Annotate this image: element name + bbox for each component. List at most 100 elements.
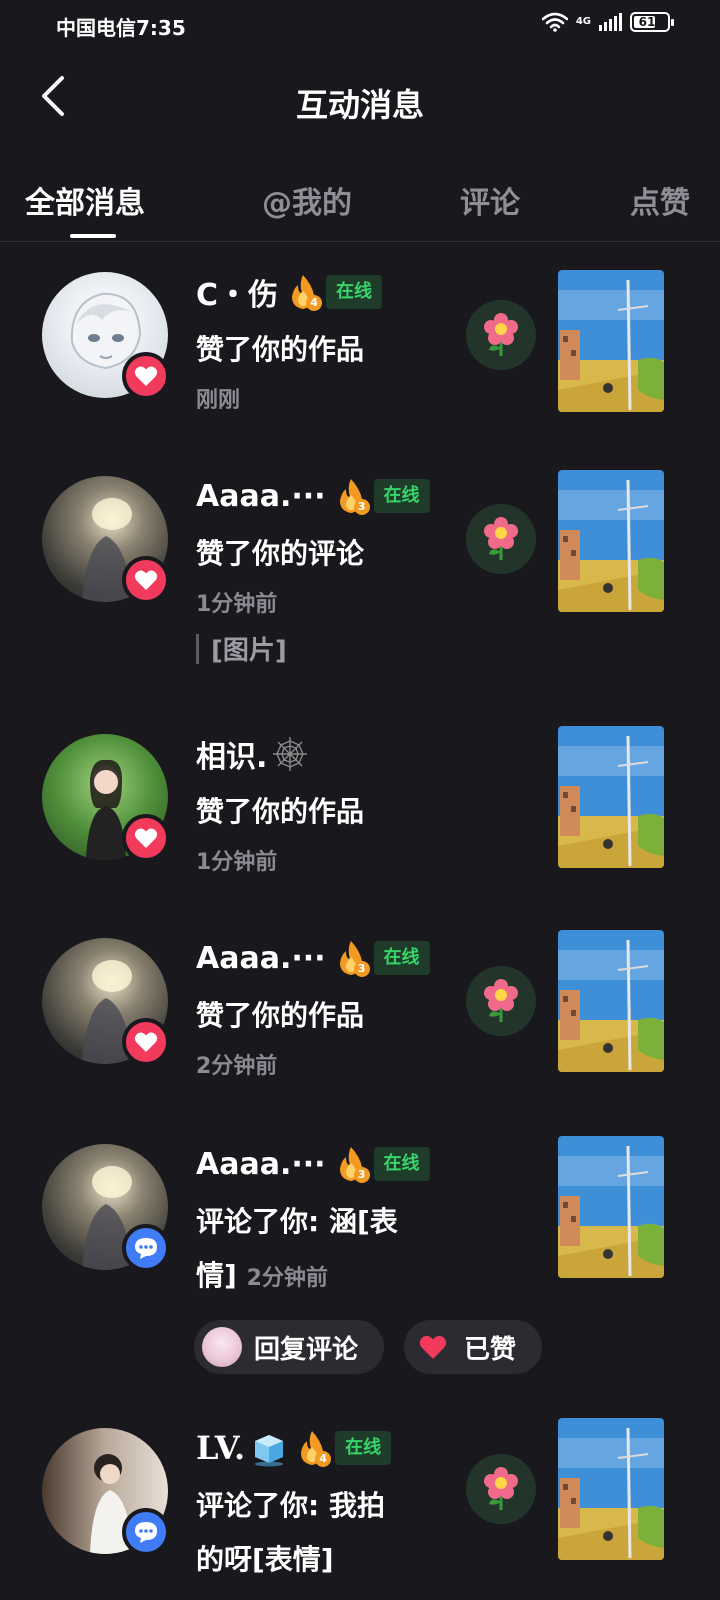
liked-label: 已赞 (464, 1334, 517, 1365)
carrier-time: 中国电信7:35 (56, 16, 186, 40)
notification-content: Aaaa.··· 3 在线 评论了你: 涵[表 情] 2分钟前 (196, 1144, 466, 1299)
cobweb-icon (273, 737, 308, 771)
comment-text-line2: 的呀[表情] (196, 1543, 334, 1576)
page-title: 互动消息 (295, 86, 424, 124)
active-tab-indicator (70, 234, 116, 238)
wifi-icon (541, 12, 568, 32)
fire-level: 3 (353, 961, 370, 977)
timestamp: 2分钟前 (246, 1266, 328, 1291)
like-badge (122, 352, 170, 400)
post-thumbnail[interactable] (558, 270, 664, 412)
avatar[interactable] (42, 1428, 170, 1556)
comment-icon (135, 1238, 157, 1259)
network-type: 4G (575, 16, 591, 27)
tab-comments[interactable]: 评论 (460, 178, 520, 222)
fire-icon: 3 (334, 939, 370, 977)
username[interactable]: 相识. (196, 732, 267, 776)
status-icons: 4G 61 (541, 12, 674, 32)
reply-comment-label: 回复评论 (254, 1334, 359, 1365)
ice-cube-icon (255, 1435, 284, 1467)
notification-content: C・伤 4 在线 赞了你的作品 刚刚 (196, 272, 466, 414)
avatar[interactable] (42, 272, 170, 400)
timestamp: 1分钟前 (196, 850, 278, 875)
online-status: 在线 (326, 275, 383, 309)
comment-text-line1: 评论了你: 我拍 (196, 1489, 385, 1522)
fire-icon: 3 (334, 1145, 370, 1183)
fire-level: 3 (353, 1167, 370, 1183)
notification-content: Aaaa.··· 3 在线 赞了你的作品 2分钟前 (196, 938, 466, 1080)
quote-text: [图片] (211, 636, 287, 666)
send-flower-button[interactable] (466, 300, 536, 370)
avatar[interactable] (42, 1144, 170, 1272)
username[interactable]: Aaaa.··· (196, 941, 326, 976)
like-badge (122, 1018, 170, 1066)
reply-comment-button[interactable]: 回复评论 (194, 1320, 384, 1374)
notification-content: LV. 4 在线 评论了你: 我拍 的呀[表情] (196, 1428, 466, 1580)
flower-icon (484, 1467, 518, 1510)
comment-badge (122, 1508, 170, 1556)
tab-mentions[interactable]: @我的 (262, 178, 352, 222)
status-bar: 中国电信7:35 4G 61 (0, 0, 720, 52)
list-item[interactable]: Aaaa.··· 3 在线 评论了你: 涵[表 情] 2分钟前 回复评论 已赞 (0, 1136, 720, 1404)
timestamp: 2分钟前 (196, 1054, 278, 1079)
list-item[interactable]: Aaaa.··· 3 在线 赞了你的评论 1分钟前 [图片] (0, 470, 720, 686)
comment-text-continued: 情] (196, 1259, 237, 1292)
post-thumbnail[interactable] (558, 1418, 664, 1560)
comment-text-line1: 评论了你: 涵[表 (196, 1205, 398, 1238)
header: 互动消息 (0, 60, 720, 140)
online-status: 在线 (373, 1147, 430, 1181)
list-item[interactable]: C・伤 4 在线 赞了你的作品 刚刚 (0, 270, 720, 452)
tab-all-messages[interactable]: 全部消息 (25, 178, 145, 222)
replier-avatar (202, 1327, 242, 1367)
send-flower-button[interactable] (466, 504, 536, 574)
fire-level: 3 (353, 499, 370, 515)
avatar[interactable] (42, 734, 170, 862)
post-thumbnail[interactable] (558, 470, 664, 612)
list-item[interactable]: LV. 4 在线 评论了你: 我拍 的呀[表情] (0, 1418, 720, 1600)
post-thumbnail[interactable] (558, 1136, 664, 1278)
send-flower-button[interactable] (466, 1454, 536, 1524)
avatar[interactable] (42, 476, 170, 604)
post-thumbnail[interactable] (558, 726, 664, 868)
username[interactable]: Aaaa.··· (196, 1147, 326, 1182)
comment-icon (135, 1522, 157, 1543)
fire-level: 4 (306, 295, 323, 311)
heart-icon (419, 1335, 447, 1359)
timestamp: 1分钟前 (196, 592, 278, 617)
online-status: 在线 (335, 1431, 392, 1465)
heart-icon (134, 828, 158, 848)
action-text: 赞了你的作品 (196, 999, 365, 1032)
list-item[interactable]: 相识. 赞了你的作品 1分钟前 (0, 726, 720, 894)
quote-bar (196, 633, 199, 664)
fire-level: 4 (315, 1451, 332, 1467)
fire-icon: 3 (334, 477, 370, 515)
comment-text-line2: 情] 2分钟前 (196, 1256, 466, 1299)
online-status: 在线 (373, 941, 430, 975)
heart-icon (134, 366, 158, 386)
username[interactable]: LV. (196, 1429, 245, 1467)
fire-icon: 4 (286, 273, 323, 311)
flower-icon (484, 979, 518, 1022)
flower-icon (484, 313, 518, 356)
heart-icon (134, 570, 158, 590)
interaction-messages-screen: 中国电信7:35 4G 61 互动消息 全部消息 @我的 评论 点赞 C・伤 4… (0, 0, 720, 1600)
send-flower-button[interactable] (466, 966, 536, 1036)
flower-icon (484, 517, 518, 560)
username[interactable]: Aaaa.··· (196, 479, 326, 514)
avatar[interactable] (42, 938, 170, 1066)
notification-content: Aaaa.··· 3 在线 赞了你的评论 1分钟前 [图片] (196, 476, 466, 667)
tab-likes[interactable]: 点赞 (630, 178, 690, 222)
action-text: 赞了你的评论 (196, 537, 365, 570)
post-thumbnail[interactable] (558, 930, 664, 1072)
liked-button[interactable]: 已赞 (404, 1320, 542, 1374)
signal-icon (599, 13, 622, 31)
battery-icon: 61 (630, 12, 674, 32)
heart-icon (134, 1032, 158, 1052)
tab-bar: 全部消息 @我的 评论 点赞 (0, 170, 720, 242)
online-status: 在线 (373, 479, 430, 513)
list-item[interactable]: Aaaa.··· 3 在线 赞了你的作品 2分钟前 (0, 930, 720, 1098)
action-text: 赞了你的作品 (196, 333, 365, 366)
notification-content: 相识. 赞了你的作品 1分钟前 (196, 734, 466, 876)
battery-level: 61 (638, 15, 656, 29)
username[interactable]: C・伤 (196, 270, 278, 314)
